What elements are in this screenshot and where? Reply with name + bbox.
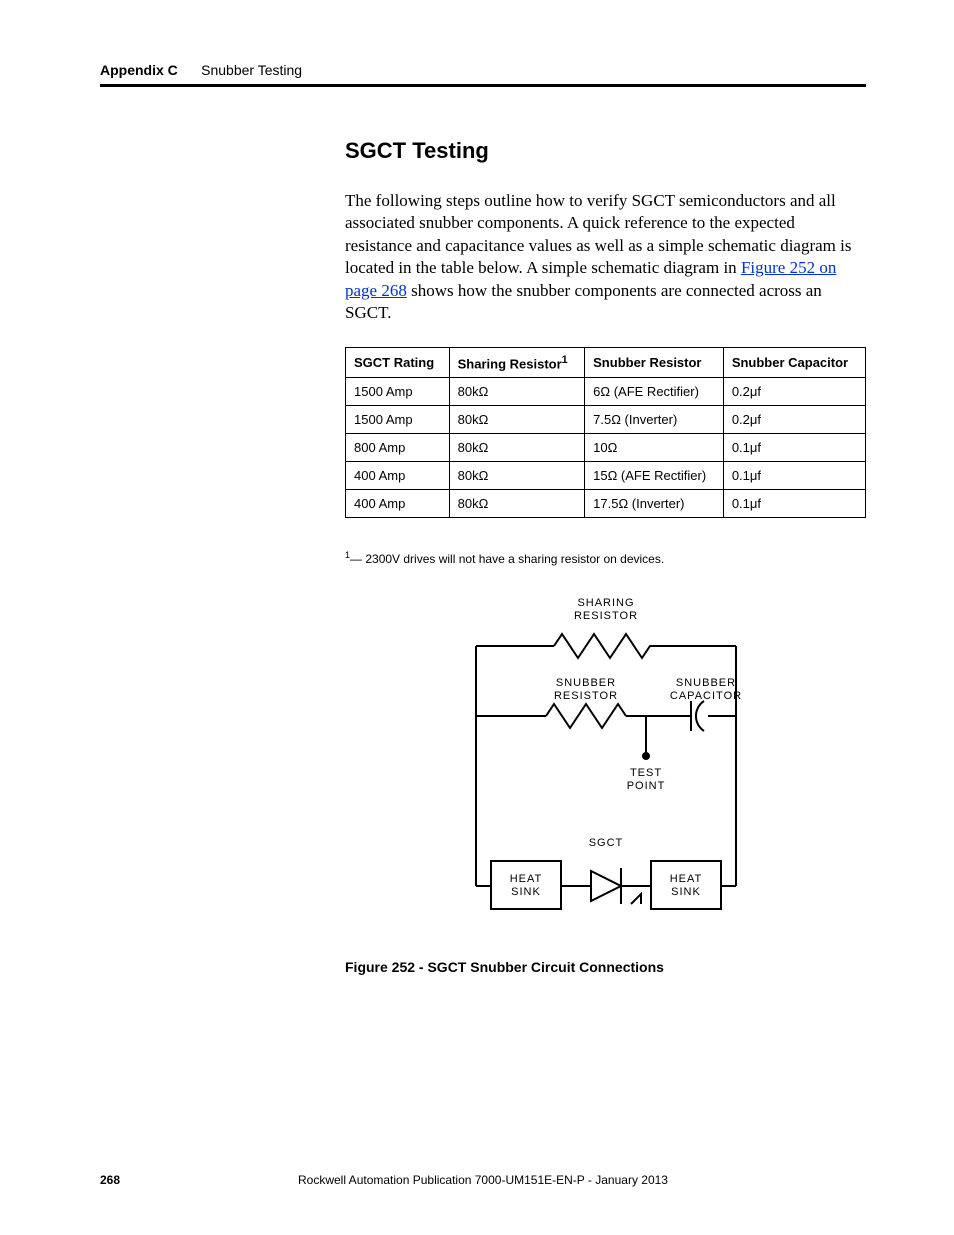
label-snubber-resistor-1: SNUBBER bbox=[555, 677, 615, 689]
col-sharing-resistor: Sharing Resistor1 bbox=[449, 347, 585, 377]
table-header-row: SGCT Rating Sharing Resistor1 Snubber Re… bbox=[346, 347, 866, 377]
label-sgct: SGCT bbox=[588, 837, 623, 849]
label-heat-sink-left-2: SINK bbox=[511, 886, 541, 898]
label-test-point-1: TEST bbox=[629, 767, 661, 779]
schematic-svg: SHARING RESISTOR SNUBBER RESISTOR SNUBBE… bbox=[436, 586, 776, 936]
sgct-table: SGCT Rating Sharing Resistor1 Snubber Re… bbox=[345, 347, 866, 518]
label-snubber-resistor-2: RESISTOR bbox=[553, 690, 617, 702]
col-sgct-rating: SGCT Rating bbox=[346, 347, 450, 377]
table-row: 1500 Amp 80kΩ 7.5Ω (Inverter) 0.2μf bbox=[346, 405, 866, 433]
col-snubber-resistor: Snubber Resistor bbox=[585, 347, 724, 377]
table-row: 800 Amp 80kΩ 10Ω 0.1μf bbox=[346, 433, 866, 461]
figure-caption: Figure 252 - SGCT Snubber Circuit Connec… bbox=[345, 959, 866, 975]
main-content: SGCT Testing The following steps outline… bbox=[345, 138, 866, 975]
label-heat-sink-left-1: HEAT bbox=[509, 873, 542, 885]
table-row: 400 Amp 80kΩ 15Ω (AFE Rectifier) 0.1μf bbox=[346, 461, 866, 489]
table-row: 1500 Amp 80kΩ 6Ω (AFE Rectifier) 0.2μf bbox=[346, 377, 866, 405]
col-snubber-capacitor: Snubber Capacitor bbox=[723, 347, 865, 377]
header-title: Snubber Testing bbox=[201, 62, 302, 78]
label-sharing-resistor-2: RESISTOR bbox=[573, 610, 637, 622]
label-test-point-2: POINT bbox=[626, 780, 665, 792]
page-footer: 268 Rockwell Automation Publication 7000… bbox=[100, 1173, 866, 1187]
label-heat-sink-right-2: SINK bbox=[671, 886, 701, 898]
label-snubber-capacitor-1: SNUBBER bbox=[675, 677, 735, 689]
running-header: Appendix C Snubber Testing bbox=[100, 62, 866, 78]
body-text-post: shows how the snubber components are con… bbox=[345, 281, 822, 322]
label-heat-sink-right-1: HEAT bbox=[669, 873, 702, 885]
table-row: 400 Amp 80kΩ 17.5Ω (Inverter) 0.1μf bbox=[346, 489, 866, 517]
label-sharing-resistor-1: SHARING bbox=[577, 597, 634, 609]
appendix-label: Appendix C bbox=[100, 62, 178, 78]
table-footnote: 1— 2300V drives will not have a sharing … bbox=[345, 550, 866, 566]
label-snubber-capacitor-2: CAPACITOR bbox=[669, 690, 741, 702]
section-body: The following steps outline how to verif… bbox=[345, 190, 866, 325]
section-heading: SGCT Testing bbox=[345, 138, 866, 164]
header-rule bbox=[100, 84, 866, 87]
figure-252: SHARING RESISTOR SNUBBER RESISTOR SNUBBE… bbox=[345, 586, 866, 975]
publication-id: Rockwell Automation Publication 7000-UM1… bbox=[100, 1173, 866, 1187]
